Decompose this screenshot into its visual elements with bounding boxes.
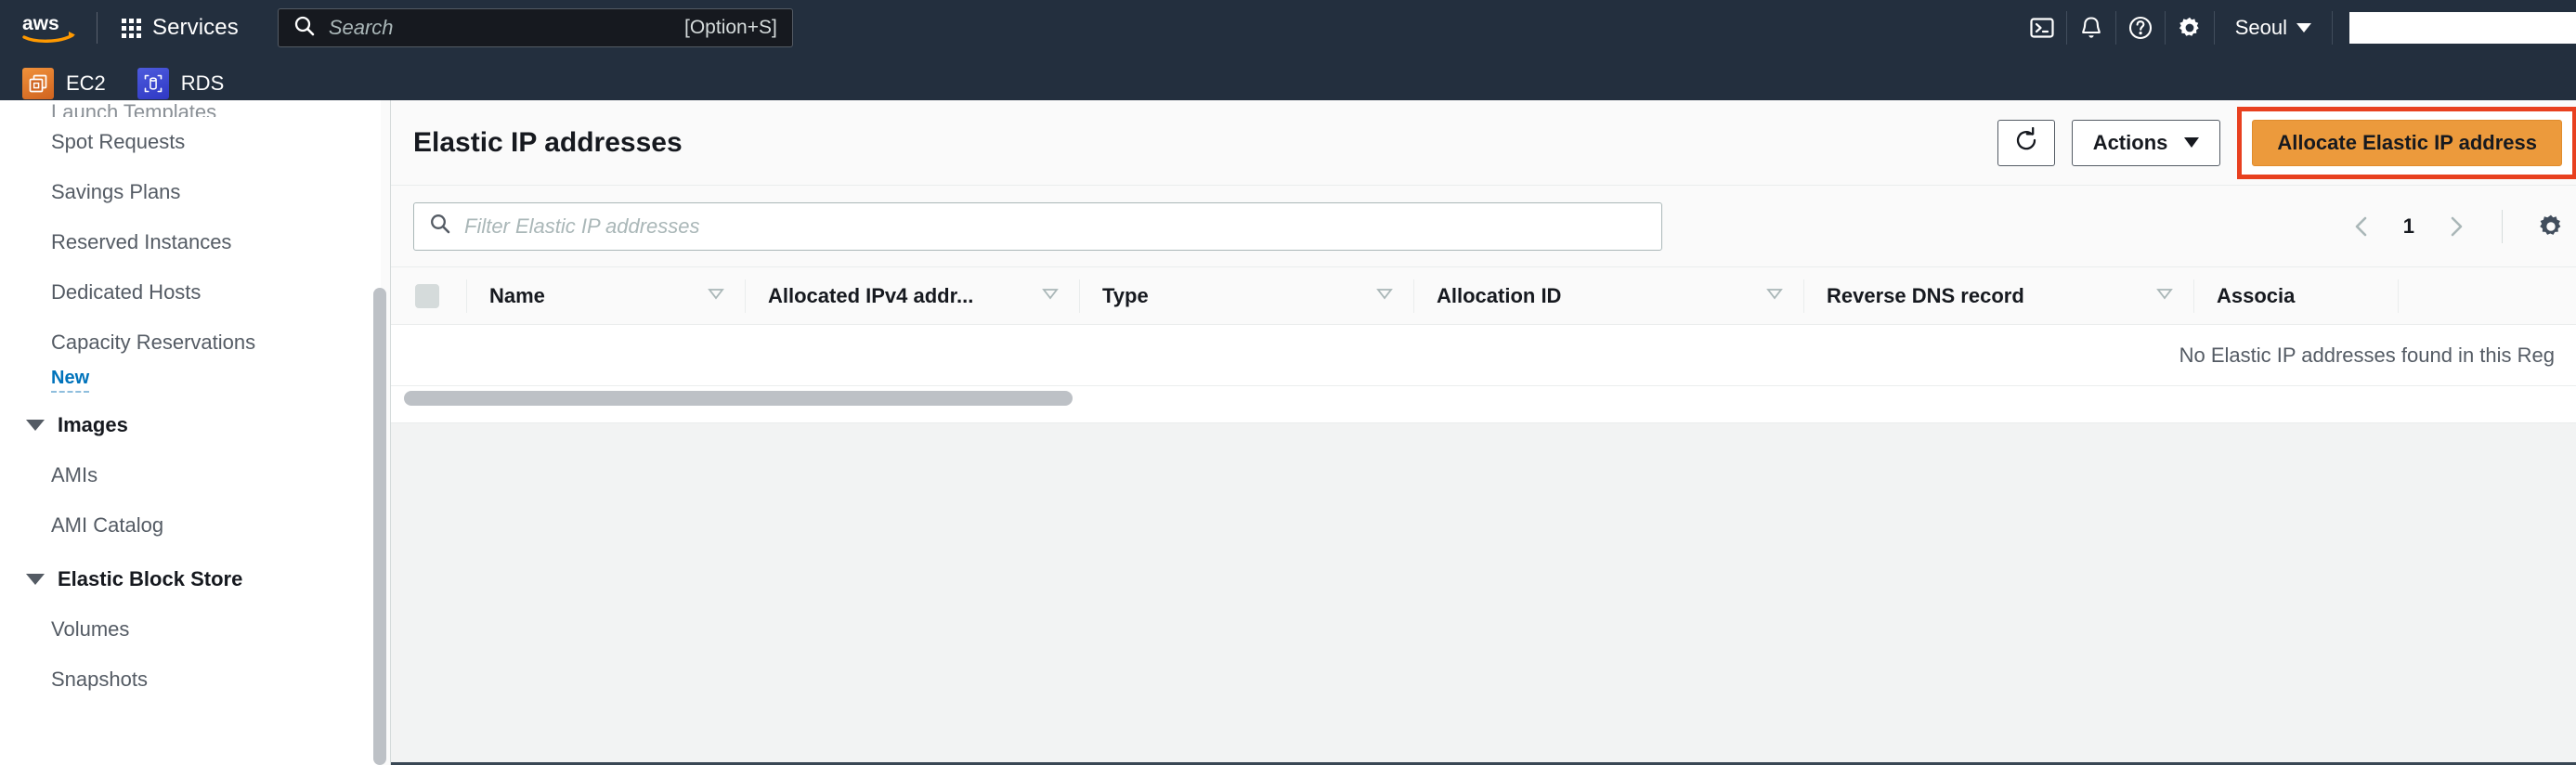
column-header-allocation-id[interactable]: Allocation ID: [1414, 267, 1804, 325]
table-empty-message-row: No Elastic IP addresses found in this Re…: [391, 325, 2576, 386]
account-menu-button[interactable]: [2349, 12, 2576, 44]
table-horizontal-scrollbar-thumb[interactable]: [404, 391, 1073, 406]
region-selector[interactable]: Seoul: [2215, 0, 2332, 56]
sort-icon: [1765, 284, 1784, 308]
sidebar-item-spot-requests[interactable]: Spot Requests: [0, 117, 381, 167]
sidebar-item-ami-catalog[interactable]: AMI Catalog: [0, 500, 381, 551]
chevron-down-icon: [26, 574, 45, 585]
sidebar-item-savings-plans[interactable]: Savings Plans: [0, 167, 381, 217]
column-label: Allocated IPv4 addr...: [768, 283, 974, 307]
notifications-bell-icon[interactable]: [2067, 0, 2115, 56]
column-label: Allocation ID: [1437, 283, 1562, 307]
pagination-separator: [2502, 209, 2503, 243]
pagination-page-number[interactable]: 1: [2390, 214, 2427, 239]
refresh-button[interactable]: [1997, 119, 2055, 166]
grid-menu-icon: [122, 18, 141, 38]
actions-label: Actions: [2092, 130, 2168, 154]
services-label: Services: [152, 15, 239, 40]
column-label: Associa: [2217, 283, 2296, 307]
new-badge-link[interactable]: New: [51, 368, 90, 393]
allocate-elastic-ip-button[interactable]: Allocate Elastic IP address: [2252, 119, 2562, 166]
sidebar-group-ebs-label: Elastic Block Store: [58, 567, 243, 590]
column-header-name[interactable]: Name: [467, 267, 746, 325]
column-label: Type: [1102, 283, 1149, 307]
refresh-icon: [2013, 126, 2039, 158]
header-action-buttons: Actions Allocate Elastic IP address: [1997, 106, 2576, 179]
actions-dropdown-button[interactable]: Actions: [2071, 119, 2221, 166]
favorite-ec2[interactable]: EC2: [22, 67, 106, 99]
column-header-type[interactable]: Type: [1080, 267, 1414, 325]
nav-divider: [97, 12, 98, 44]
column-label: Name: [489, 283, 545, 307]
sidebar-item-volumes[interactable]: Volumes: [0, 604, 381, 655]
sidebar-group-images[interactable]: Images: [0, 396, 381, 450]
empty-message: No Elastic IP addresses found in this Re…: [2179, 343, 2555, 367]
sidebar-item-launch-templates[interactable]: Launch Templates: [0, 100, 381, 117]
search-icon: [293, 15, 316, 42]
pagination-controls: 1: [2338, 202, 2576, 251]
cloudshell-icon[interactable]: [2018, 0, 2066, 56]
pagination-next-button[interactable]: [2431, 202, 2479, 251]
column-header-association[interactable]: Associa: [2194, 267, 2399, 325]
preferences-gear-icon[interactable]: [2525, 202, 2576, 251]
global-search-input[interactable]: Search [Option+S]: [277, 8, 793, 47]
services-menu-button[interactable]: Services: [114, 9, 246, 46]
region-label: Seoul: [2234, 16, 2287, 39]
sidebar-item-capacity-reservations[interactable]: Capacity Reservations: [0, 318, 381, 368]
sidebar-item-snapshots[interactable]: Snapshots: [0, 655, 381, 705]
sidebar-vertical-scrollbar[interactable]: [373, 288, 386, 765]
select-all-checkbox[interactable]: [415, 283, 439, 308]
ec2-sidebar-navigation: Launch Templates Spot Requests Savings P…: [0, 100, 381, 765]
select-all-checkbox-cell[interactable]: [391, 267, 467, 325]
sort-icon: [1375, 284, 1394, 308]
top-navigation-bar: aws Services Search [Option+S] Seoul: [0, 0, 2576, 56]
search-shortcut-hint: [Option+S]: [684, 17, 777, 38]
main-content-area: Elastic IP addresses Actions Allocate El…: [390, 100, 2576, 765]
column-header-reverse-dns-record[interactable]: Reverse DNS record: [1804, 267, 2194, 325]
filter-row: Filter Elastic IP addresses 1: [391, 186, 2576, 267]
sidebar-item-reserved-instances[interactable]: Reserved Instances: [0, 217, 381, 267]
help-question-icon[interactable]: [2116, 0, 2165, 56]
sidebar-list: Launch Templates Spot Requests Savings P…: [0, 100, 381, 705]
filter-placeholder: Filter Elastic IP addresses: [464, 214, 700, 238]
nav-separator: [2332, 11, 2333, 45]
card-header: Elastic IP addresses Actions Allocate El…: [391, 100, 2576, 186]
favorite-rds-label: RDS: [180, 71, 225, 95]
table-horizontal-scrollbar-track[interactable]: [391, 386, 2576, 410]
settings-gear-icon[interactable]: [2166, 0, 2214, 56]
chevron-down-icon: [2296, 23, 2311, 32]
sidebar-group-images-label: Images: [58, 413, 128, 436]
column-header-allocated-ipv4[interactable]: Allocated IPv4 addr...: [746, 267, 1080, 325]
table-header-row: Name Allocated IPv4 addr... Type Allocat…: [391, 267, 2576, 325]
favorite-ec2-label: EC2: [66, 71, 106, 95]
aws-logo[interactable]: aws: [22, 10, 80, 45]
sort-icon: [707, 284, 725, 308]
pagination-previous-button[interactable]: [2338, 202, 2387, 251]
chevron-down-icon: [26, 420, 45, 431]
sidebar-group-elastic-block-store[interactable]: Elastic Block Store: [0, 551, 381, 604]
rds-service-icon: [137, 67, 169, 99]
favorite-rds[interactable]: RDS: [137, 67, 225, 99]
sort-icon: [1041, 284, 1060, 308]
sidebar-item-amis[interactable]: AMIs: [0, 450, 381, 500]
page-title: Elastic IP addresses: [413, 126, 683, 158]
chevron-down-icon: [2184, 137, 2200, 148]
sort-icon: [2155, 284, 2174, 308]
column-label: Reverse DNS record: [1827, 283, 2024, 307]
search-icon: [429, 213, 451, 240]
filter-elastic-ip-input[interactable]: Filter Elastic IP addresses: [413, 201, 1662, 251]
nav-right-cluster: Seoul: [2018, 0, 2576, 56]
global-search-placeholder: Search: [328, 16, 394, 39]
sidebar-item-dedicated-hosts[interactable]: Dedicated Hosts: [0, 267, 381, 318]
allocate-button-highlight: Allocate Elastic IP address: [2237, 106, 2576, 179]
ec2-service-icon: [22, 67, 54, 99]
svg-text:aws: aws: [22, 13, 59, 34]
elastic-ip-table-card: Elastic IP addresses Actions Allocate El…: [391, 100, 2576, 423]
elastic-ip-table: Name Allocated IPv4 addr... Type Allocat…: [391, 267, 2576, 410]
